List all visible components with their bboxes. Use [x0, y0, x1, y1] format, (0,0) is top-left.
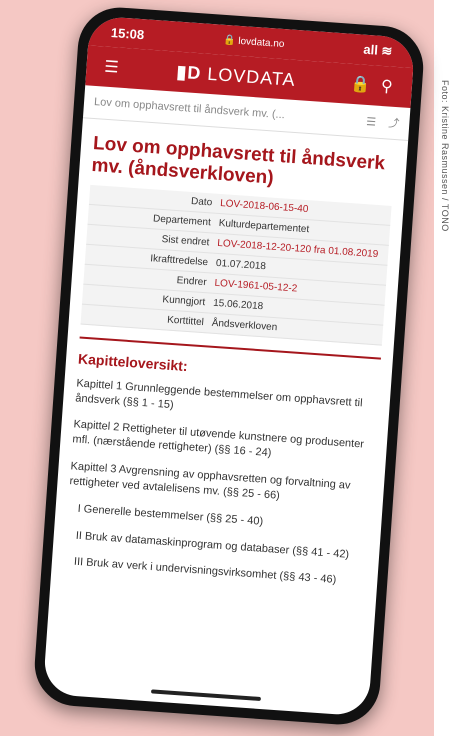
chapter-list: Kapittel 1 Grunnleggende bestemmelser om…: [63, 376, 378, 590]
status-signal: all ≋: [362, 41, 393, 59]
home-indicator[interactable]: [150, 689, 261, 702]
photo-credit: Foto: Kristine Rasmussen / TONO: [440, 80, 450, 232]
chapter-link[interactable]: Kapittel 3 Avgrensning av opphavsretten …: [69, 459, 372, 510]
chapter-link[interactable]: Kapittel 2 Rettigheter til utøvende kuns…: [72, 418, 375, 469]
phone-screen: 15:08 🔒 lovdata.no all ≋ ☰ ▮D LOVDATA 🔒 …: [42, 15, 416, 717]
search-icon[interactable]: ⚲: [375, 75, 398, 98]
status-url: 🔒 lovdata.no: [222, 34, 285, 50]
lock-icon[interactable]: 🔒: [349, 73, 372, 96]
metadata-link[interactable]: LOV-2018-06-15-40: [220, 198, 309, 215]
menu-icon[interactable]: ☰: [100, 55, 123, 78]
breadcrumb[interactable]: Lov om opphavsrett til åndsverk mv. (...: [94, 96, 286, 121]
document-content: Lov om opphavsrett til åndsverk mv. (ånd…: [50, 118, 408, 611]
toc-icon[interactable]: ☰: [366, 116, 377, 129]
lovdata-logo[interactable]: ▮D LOVDATA: [176, 61, 296, 90]
metadata-link[interactable]: LOV-1961-05-12-2: [214, 277, 297, 294]
metadata-table: Dato LOV-2018-06-15-40 Departement Kulturde…: [80, 184, 392, 346]
share-icon[interactable]: ⤴: [388, 118, 400, 131]
status-time: 15:08: [110, 24, 145, 42]
phone: 15:08 🔒 lovdata.no all ≋ ☰ ▮D LOVDATA 🔒 …: [32, 4, 426, 728]
